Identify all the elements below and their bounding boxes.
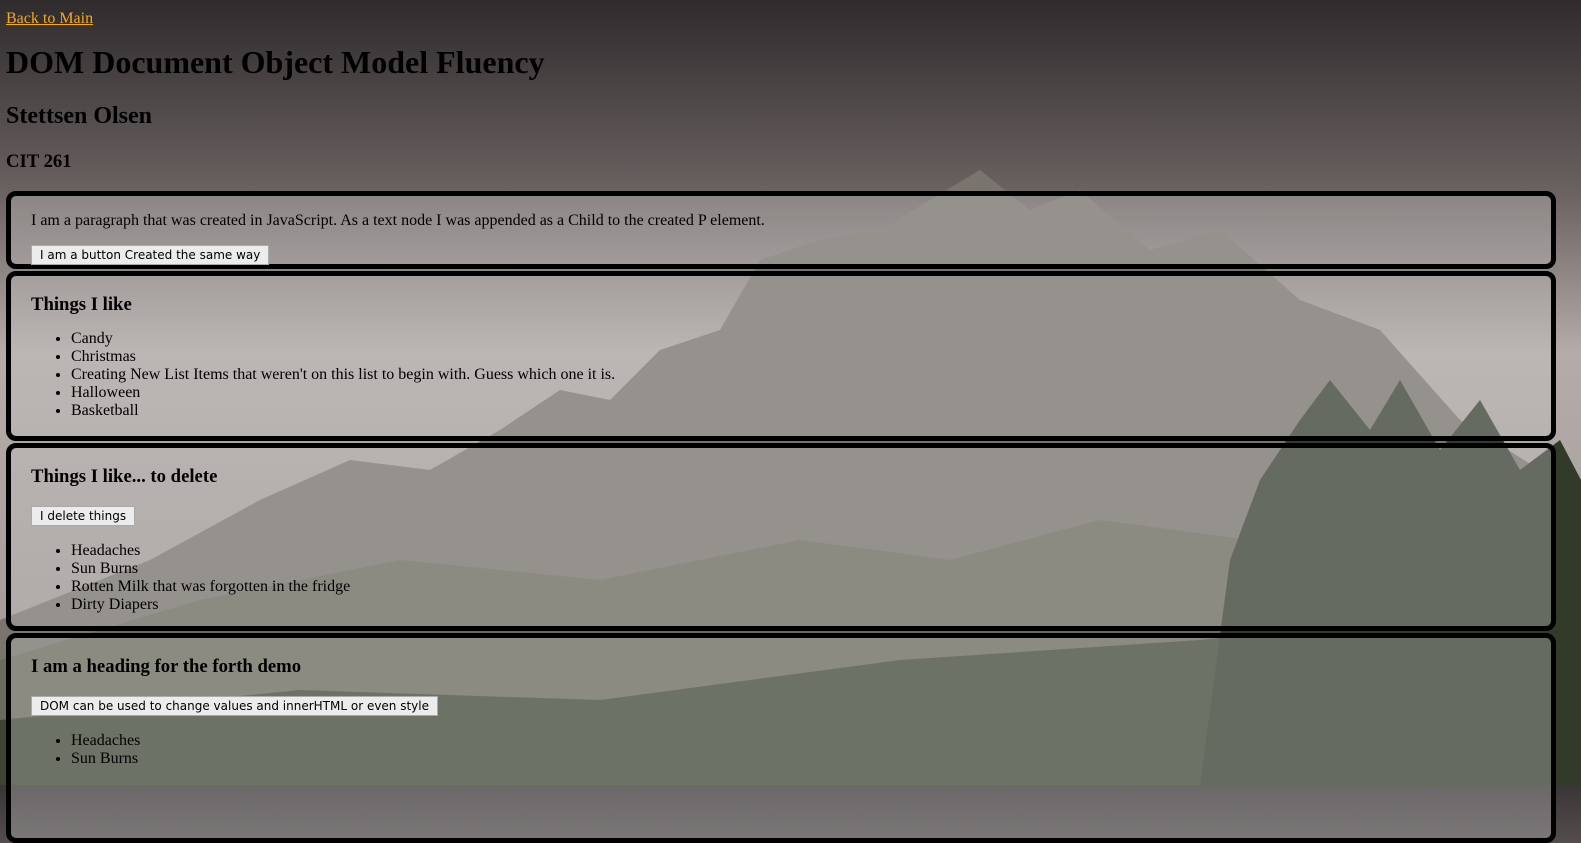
demo4-list: Headaches Sun Burns [31,732,1531,768]
page-title: DOM Document Object Model Fluency [6,44,545,80]
list-item: Halloween [71,384,1531,402]
created-button[interactable]: I am a button Created the same way [31,245,270,265]
list-item: Dirty Diapers [71,596,1531,614]
demo-box-1: I am a paragraph that was created in Jav… [6,191,1556,269]
list-item: Sun Burns [71,560,1531,578]
back-to-main-link[interactable]: Back to Main [6,10,93,28]
demo-box-4: I am a heading for the forth demo DOM ca… [6,633,1556,843]
list-item: Candy [71,330,1531,348]
demo3-heading: Things I like... to delete [31,466,218,487]
list-item: Christmas [71,348,1531,366]
list-item: Basketball [71,402,1531,420]
author-name: Stettsen Olsen [6,103,152,129]
demo1-paragraph: I am a paragraph that was created in Jav… [31,212,765,229]
course-code: CIT 261 [6,151,72,172]
demo2-heading: Things I like [31,294,132,315]
list-item: Creating New List Items that weren't on … [71,366,1531,384]
delete-list: Headaches Sun Burns Rotten Milk that was… [31,542,1531,614]
demo-box-3: Things I like... to delete I delete thin… [6,443,1556,631]
list-item: Headaches [71,732,1531,750]
demo4-heading: I am a heading for the forth demo [31,656,302,677]
delete-things-button[interactable]: I delete things [31,506,136,526]
likes-list: Candy Christmas Creating New List Items … [31,330,1531,420]
list-item: Sun Burns [71,750,1531,768]
list-item: Headaches [71,542,1531,560]
list-item: Rotten Milk that was forgotten in the fr… [71,578,1531,596]
change-values-button[interactable]: DOM can be used to change values and inn… [31,696,439,716]
demo-box-2: Things I like Candy Christmas Creating N… [6,271,1556,441]
